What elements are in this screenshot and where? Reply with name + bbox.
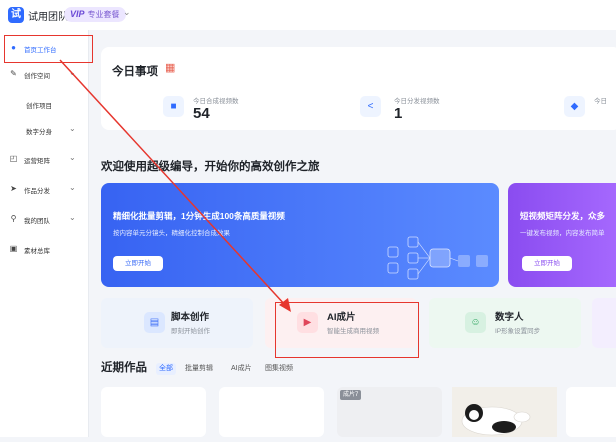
highlight-arrow (59, 59, 291, 312)
